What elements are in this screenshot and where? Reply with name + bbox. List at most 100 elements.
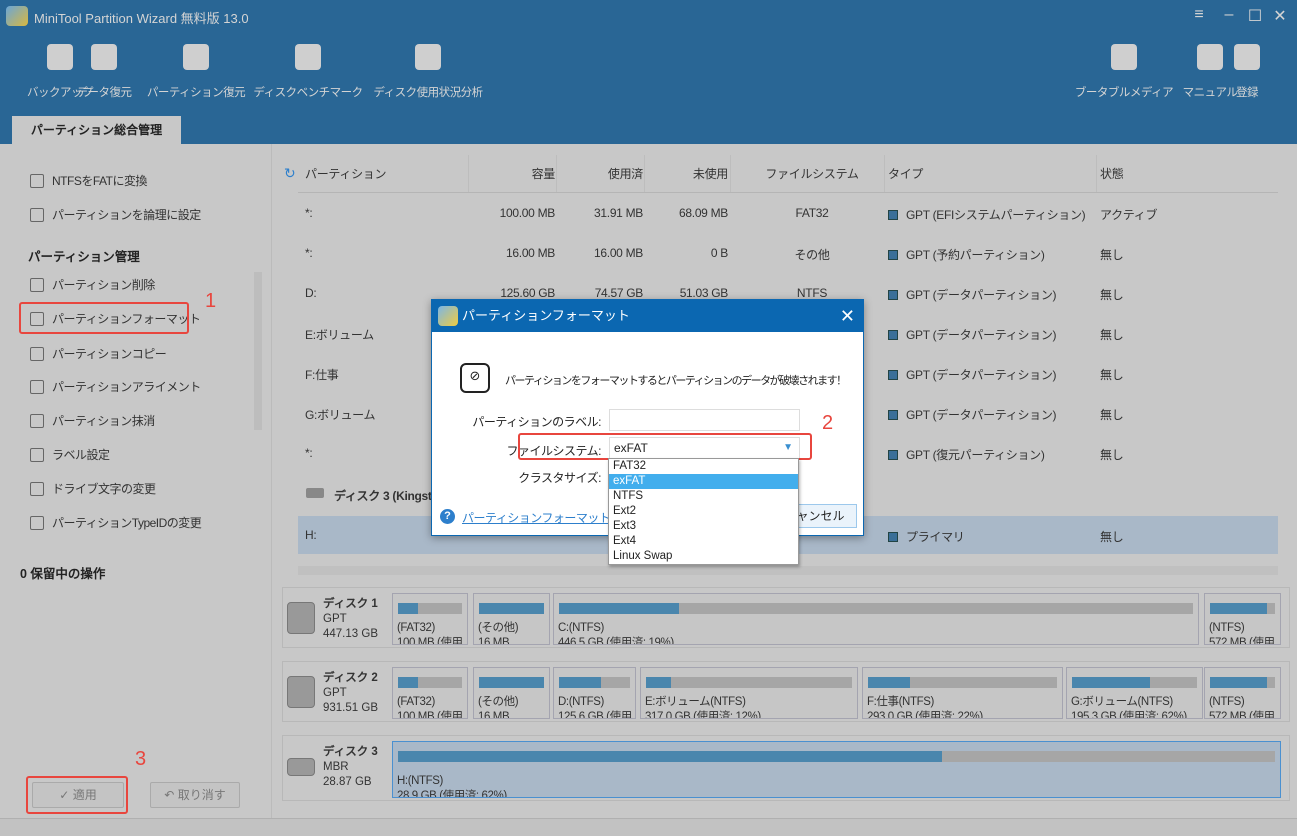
menu-icon[interactable]: ≡ — [1187, 6, 1211, 24]
disk-map-3[interactable]: ディスク 3 MBR 28.87 GB H:(NTFS) 28.9 GB (使用済: 6… — [282, 735, 1290, 801]
toolbar-partition-recovery-button[interactable]: パーティション復元 — [136, 44, 256, 100]
partition-block[interactable]: (その他) 16 MB — [473, 667, 550, 719]
partition-block[interactable]: G:ボリューム(NTFS) 195.3 GB (使用済: 62%) — [1066, 667, 1203, 719]
partition-name: C:(NTFS) — [558, 622, 604, 634]
toolbar-label: ブータブルメディア — [1074, 87, 1174, 99]
usage-bar — [1210, 603, 1275, 614]
usage-bar — [1072, 677, 1197, 688]
disk-header-row[interactable]: ディスク 3 (Kingsto — [334, 487, 439, 504]
fs-option[interactable]: Ext2 — [609, 504, 798, 519]
partition-block[interactable]: F:仕事(NTFS) 293.0 GB (使用済: 22%) — [862, 667, 1063, 719]
sidebar-item[interactable]: ラベル設定 — [30, 446, 110, 463]
disk-type: MBR — [323, 761, 349, 773]
sidebar-item-icon — [30, 447, 44, 462]
toolbar-register-button[interactable]: 登録 — [1197, 44, 1297, 100]
sidebar-item-label: パーティションTypeIDの変更 — [52, 516, 202, 530]
partition-size: 572 MB (使用 — [1209, 711, 1275, 719]
partition-text: F:仕事(NTFS) 293.0 GB (使用済: 22%) — [867, 695, 983, 718]
fs-option[interactable]: Ext3 — [609, 519, 798, 534]
partition-block[interactable]: C:(NTFS) 446.5 GB (使用済: 19%) — [553, 593, 1199, 645]
type-label: GPT (復元パーティション) — [906, 448, 1045, 462]
table-scrollbar[interactable] — [298, 566, 1278, 575]
partition-text: (その他) 16 MB — [478, 621, 519, 644]
fs-option[interactable]: Linux Swap — [609, 549, 798, 564]
hard-disk-icon — [287, 602, 315, 634]
annotation-3: 3 — [135, 748, 147, 770]
sidebar-item[interactable]: パーティションコピー — [30, 345, 167, 362]
tab-partition-management[interactable]: パーティション総合管理 — [12, 116, 181, 144]
partition-size: 195.3 GB (使用済: 62%) — [1071, 711, 1187, 719]
table-cell: その他 — [794, 248, 830, 262]
partition-type-swatch — [888, 290, 898, 300]
disk-map-1[interactable]: ディスク 1 GPT 447.13 GB (FAT32) 100 MB (使用 (その他)… — [282, 587, 1290, 648]
column-header[interactable]: 未使用 — [693, 165, 728, 182]
partition-type-swatch — [888, 330, 898, 340]
toolbar-bootable-media-button[interactable]: ブータブルメディア — [1074, 44, 1174, 100]
disk-size: 931.51 GB — [323, 702, 378, 714]
close-button[interactable]: ✕ — [1268, 6, 1292, 26]
partition-size: 16 MB — [478, 711, 510, 719]
partition-block[interactable]: E:ボリューム(NTFS) 317.0 GB (使用済: 12%) — [640, 667, 858, 719]
partition-name: (FAT32) — [397, 622, 435, 634]
partition-size: 28.9 GB (使用済: 62%) — [397, 790, 507, 798]
usage-bar-fill — [1210, 603, 1268, 614]
column-separator — [556, 155, 557, 192]
partition-text: H:(NTFS) 28.9 GB (使用済: 62%) — [397, 774, 507, 798]
apply-button[interactable]: ✓ 適用 — [32, 782, 124, 808]
sidebar-item[interactable]: パーティションTypeIDの変更 — [30, 514, 202, 531]
column-header[interactable]: タイプ — [888, 165, 923, 182]
sidebar-item-label: パーティションコピー — [52, 347, 167, 361]
sidebar-item[interactable]: パーティションを論理に設定 — [30, 206, 201, 223]
partition-label-input[interactable] — [609, 409, 800, 431]
type-label: GPT (データパーティション) — [906, 368, 1057, 382]
disk-type: GPT — [323, 687, 347, 699]
usage-bar-fill — [559, 677, 601, 688]
partition-type-swatch — [888, 370, 898, 380]
sidebar-item[interactable]: ドライブ文字の変更 — [30, 480, 156, 497]
column-header[interactable]: 使用済 — [608, 165, 643, 182]
fs-option[interactable]: exFAT — [609, 474, 798, 489]
disk-map-2[interactable]: ディスク 2 GPT 931.51 GB (FAT32) 100 MB (使用 (その他)… — [282, 661, 1290, 722]
partition-block[interactable]: (FAT32) 100 MB (使用 — [392, 667, 468, 719]
partition-block[interactable]: (その他) 16 MB — [473, 593, 550, 645]
toolbar-space-analyzer-button[interactable]: ディスク使用状況分析 — [368, 44, 488, 100]
sidebar-scrollbar[interactable] — [254, 272, 262, 430]
partition-block[interactable]: H:(NTFS) 28.9 GB (使用済: 62%) — [392, 741, 1281, 798]
sidebar-item[interactable]: パーティション抹消 — [30, 412, 155, 429]
partition-text: (FAT32) 100 MB (使用 — [397, 695, 463, 718]
sidebar-item-label: ドライブ文字の変更 — [52, 482, 156, 496]
usage-bar-fill — [559, 603, 680, 614]
maximize-button[interactable]: ☐ — [1243, 6, 1267, 26]
usage-bar — [559, 603, 1193, 614]
undo-button[interactable]: ↶ 取り消す — [150, 782, 240, 808]
column-header[interactable]: 状態 — [1100, 165, 1124, 182]
refresh-icon[interactable]: ↻ — [284, 165, 296, 182]
partition-name: H:(NTFS) — [397, 775, 443, 787]
fs-option[interactable]: FAT32 — [609, 459, 798, 474]
dialog-title: パーティションフォーマット — [462, 308, 630, 323]
partition-block[interactable]: D:(NTFS) 125.6 GB (使用 — [553, 667, 636, 719]
column-header[interactable]: パーティション — [305, 165, 386, 182]
fs-option[interactable]: NTFS — [609, 489, 798, 504]
fs-option[interactable]: Ext4 — [609, 534, 798, 549]
table-cell: 125.60 GB — [500, 286, 555, 300]
partition-type-swatch — [888, 450, 898, 460]
partition-block[interactable]: (FAT32) 100 MB (使用 — [392, 593, 468, 645]
help-icon[interactable]: ? — [440, 509, 455, 524]
column-header[interactable]: ファイルシステム — [752, 165, 872, 182]
type-label: GPT (データパーティション) — [906, 328, 1057, 342]
sidebar-item[interactable]: パーティション削除 — [30, 276, 155, 293]
sidebar-item[interactable]: NTFSをFATに変換 — [30, 172, 147, 189]
disk-benchmark-icon — [295, 44, 321, 70]
type-label: プライマリ — [906, 530, 965, 544]
partition-block[interactable]: (NTFS) 572 MB (使用 — [1204, 593, 1281, 645]
toolbar-disk-benchmark-button[interactable]: ディスクベンチマーク — [248, 44, 368, 100]
partition-block[interactable]: (NTFS) 572 MB (使用 — [1204, 667, 1281, 719]
partition-name: (その他) — [478, 622, 519, 634]
sidebar-item[interactable]: パーティションアライメント — [30, 378, 201, 395]
minimize-button[interactable]: – — [1217, 6, 1241, 24]
dialog-close-button[interactable]: ✕ — [840, 300, 855, 332]
column-header[interactable]: 容量 — [532, 165, 556, 182]
column-separator — [468, 155, 469, 192]
table-cell: 16.00 MB — [506, 246, 555, 260]
